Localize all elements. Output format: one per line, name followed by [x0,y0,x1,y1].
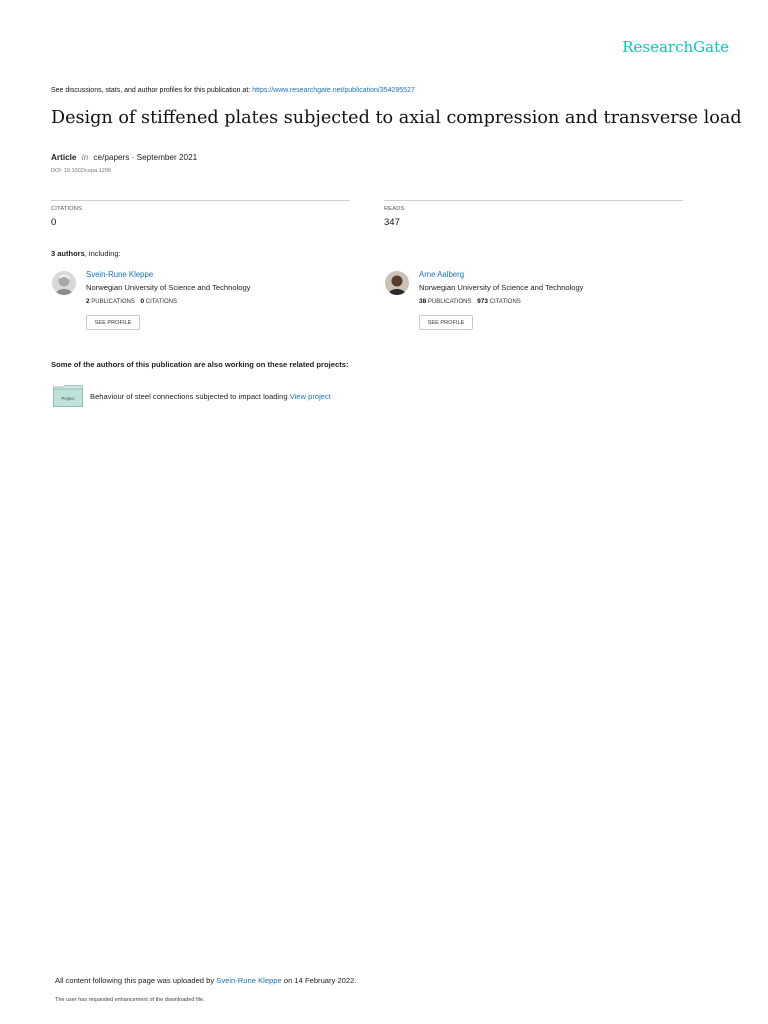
reads-value: 347 [384,217,400,228]
author-citations-count: 973 [477,298,489,305]
author-stats: 2 PUBLICATIONS 0 CITATIONS [86,298,181,305]
authors-count: 3 authors [51,249,85,258]
author-publications-label: PUBLICATIONS [427,299,472,305]
project-item: Behaviour of steel connections subjected… [90,392,331,401]
related-projects-heading: Some of the authors of this publication … [51,360,349,369]
uploader-link[interactable]: Svein-Rune Kleppe [216,976,281,985]
upload-prefix: All content following this page was uplo… [55,976,215,985]
discussion-line: See discussions, stats, and author profi… [51,87,415,94]
see-profile-button[interactable]: SEE PROFILE [86,315,140,330]
reads-label: READS [384,206,405,212]
citations-label: CITATIONS [51,206,82,212]
project-folder-icon: Project [53,385,83,407]
author-name-link[interactable]: Svein-Rune Kleppe [86,270,153,279]
in-word: in [81,153,89,162]
reads-divider [384,200,683,201]
author-citations-label: CITATIONS [489,299,521,305]
enhancement-note: The user has requested enhancement of th… [55,997,205,1003]
author-publications-count: 2 [86,298,90,305]
publication-title: Design of stiffened plates subjected to … [51,108,742,128]
publication-meta: Article in ce/papers · September 2021 [51,153,197,162]
publication-venue: ce/papers [93,153,130,162]
author-citations-label: CITATIONS [145,299,177,305]
upload-notice: All content following this page was uplo… [55,976,356,985]
researchgate-logo[interactable]: ResearchGate [622,38,729,56]
author-citations-count: 0 [140,298,145,305]
authors-suffix: , including: [84,249,121,258]
project-title: Behaviour of steel connections subjected… [90,392,288,401]
discussion-prefix: See discussions, stats, and author profi… [51,87,251,94]
authors-heading: 3 authors, including: [51,249,121,258]
publication-url-link[interactable]: https://www.researchgate.net/publication… [252,87,415,94]
author-affiliation: Norwegian University of Science and Tech… [86,283,251,292]
author-publications-label: PUBLICATIONS [91,299,135,305]
upload-suffix: on 14 February 2022. [283,976,357,985]
author-name-link[interactable]: Arne Aalberg [419,270,464,279]
publication-type: Article [51,153,77,162]
publication-doi: DOI: 10.1002/cepa.1299 [51,168,111,174]
avatar[interactable] [52,271,76,295]
author-publications-count: 38 [419,298,427,305]
author-stats: 38 PUBLICATIONS 973 CITATIONS [419,298,525,305]
avatar[interactable] [385,271,409,295]
author-affiliation: Norwegian University of Science and Tech… [419,283,584,292]
citations-value: 0 [51,217,57,228]
see-profile-button[interactable]: SEE PROFILE [419,315,473,330]
view-project-link[interactable]: View project [290,392,331,401]
publication-date: · September 2021 [129,153,198,162]
project-icon-label: Project [61,396,75,401]
citations-divider [51,200,350,201]
